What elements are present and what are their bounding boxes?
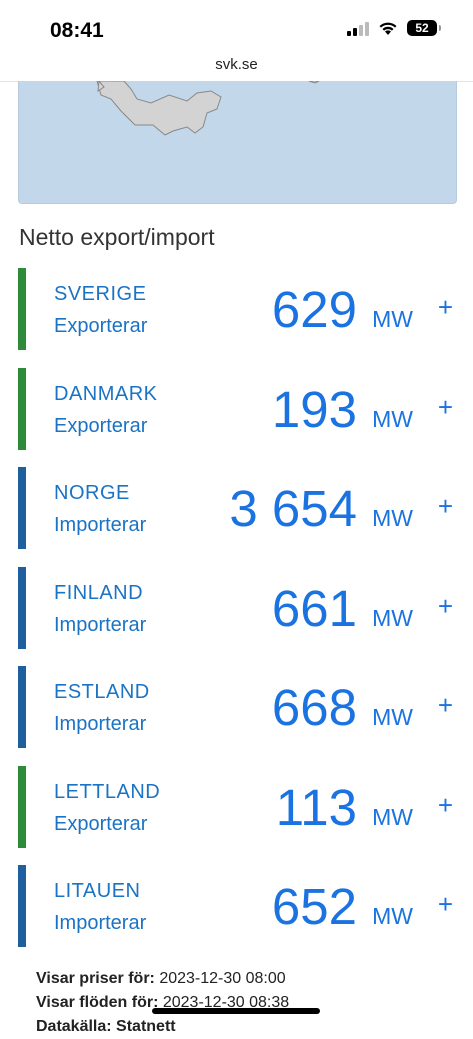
country-row-norge[interactable]: NORGE Importerar 3 654 MW + <box>18 467 455 549</box>
flow-unit: MW <box>372 803 413 830</box>
import-indicator <box>18 467 26 549</box>
flow-value: 113 <box>275 778 357 836</box>
country-name: LETTLAND <box>54 780 161 803</box>
import-indicator <box>18 666 26 748</box>
status-icons: 52 <box>347 20 441 36</box>
expand-plus-icon[interactable]: + <box>438 392 453 423</box>
source-text: Datakälla: Statnett <box>36 1018 176 1035</box>
country-name: LITAUEN <box>54 880 141 902</box>
country-name: DANMARK <box>54 382 158 405</box>
import-indicator <box>18 566 26 649</box>
country-row-estland[interactable]: ESTLAND Importerar 668 MW + <box>18 666 455 748</box>
flow-value: 629 <box>271 281 357 338</box>
country-name: ESTLAND <box>54 681 150 703</box>
url-text[interactable]: svk.se <box>215 56 258 73</box>
export-indicator <box>18 367 26 450</box>
country-list: SVERIGE Exporterar 629 MW + DANMARK Expo… <box>18 268 455 965</box>
import-indicator <box>18 865 26 947</box>
country-row-finland[interactable]: FINLAND Importerar 661 MW + <box>18 566 455 649</box>
flow-value: 193 <box>271 380 357 438</box>
country-name: FINLAND <box>54 581 144 604</box>
expand-plus-icon[interactable]: + <box>438 889 453 920</box>
flow-value: 661 <box>271 579 357 637</box>
export-indicator <box>18 765 26 848</box>
country-name: NORGE <box>54 482 130 504</box>
map-view[interactable] <box>18 81 457 204</box>
country-row-litauen[interactable]: LITAUEN Importerar 652 MW + <box>18 865 455 947</box>
flow-unit: MW <box>372 405 413 432</box>
map-landmass <box>96 81 320 136</box>
flow-value: 652 <box>271 878 357 935</box>
flow-status: Importerar <box>54 713 147 735</box>
country-row-sverige[interactable]: SVERIGE Exporterar 629 MW + <box>18 268 455 350</box>
flow-status: Importerar <box>54 514 147 536</box>
flow-value: 3 654 <box>229 480 357 537</box>
section-title: Netto export/import <box>19 224 215 250</box>
wifi-icon <box>379 22 397 35</box>
expand-plus-icon[interactable]: + <box>438 292 453 323</box>
expand-plus-icon[interactable]: + <box>438 491 453 522</box>
expand-plus-icon[interactable]: + <box>438 790 453 821</box>
source-line: Datakälla: Statnett <box>36 1015 289 1039</box>
battery-icon: 52 <box>407 20 441 36</box>
country-row-danmark[interactable]: DANMARK Exporterar 193 MW + <box>18 367 455 450</box>
home-indicator <box>152 1008 320 1014</box>
flow-status: Exporterar <box>54 414 148 437</box>
flow-unit: MW <box>372 505 413 531</box>
flow-unit: MW <box>372 903 413 929</box>
flow-status: Importerar <box>54 912 147 934</box>
expand-plus-icon[interactable]: + <box>438 690 453 721</box>
flows-label: Visar flöden för: <box>36 994 159 1011</box>
prices-label: Visar priser för: <box>36 970 155 987</box>
timestamp-footer: Visar priser för: 2023-12-30 08:00 Visar… <box>36 967 289 1039</box>
flow-unit: MW <box>372 306 413 332</box>
flow-unit: MW <box>372 604 413 631</box>
prices-value: 2023-12-30 08:00 <box>159 970 286 987</box>
flow-status: Importerar <box>54 613 147 636</box>
flow-status: Exporterar <box>54 315 148 337</box>
prices-line: Visar priser för: 2023-12-30 08:00 <box>36 967 289 991</box>
flow-status: Exporterar <box>54 812 148 835</box>
country-row-lettland[interactable]: LETTLAND Exporterar 113 MW + <box>18 765 455 848</box>
status-bar: 08:41 52 <box>0 0 473 50</box>
url-bar[interactable]: svk.se <box>0 50 473 82</box>
cellular-signal-icon <box>347 20 369 36</box>
status-time: 08:41 <box>50 19 104 42</box>
flow-value: 668 <box>271 679 357 736</box>
flow-unit: MW <box>372 704 413 730</box>
country-name: SVERIGE <box>54 283 147 305</box>
expand-plus-icon[interactable]: + <box>438 591 453 622</box>
export-indicator <box>18 268 26 350</box>
